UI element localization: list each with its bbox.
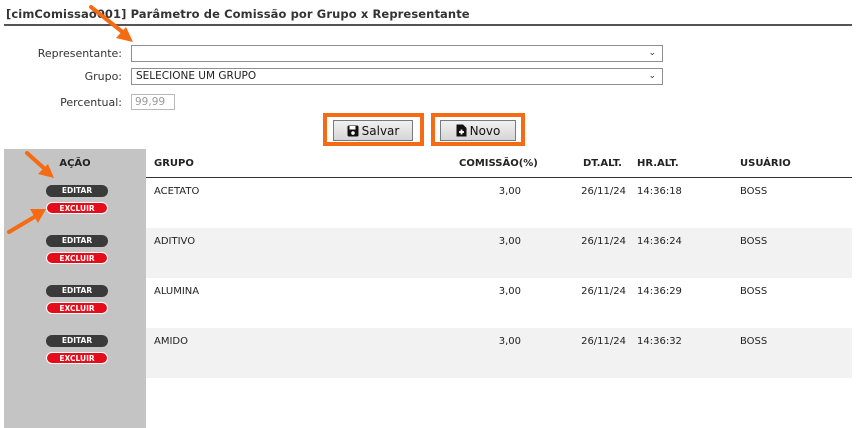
- new-file-icon: [456, 124, 467, 137]
- save-button-label: Salvar: [361, 123, 400, 138]
- cell-comissao: 3,00: [498, 286, 521, 297]
- cell-comissao: 3,00: [498, 236, 521, 247]
- floppy-disk-icon: [347, 125, 359, 136]
- table-row: EDITAR EXCLUIR ACETATO 3,00 26/11/24 14:…: [4, 178, 852, 228]
- cell-hralt: 14:36:29: [637, 286, 682, 297]
- annotation-arrow-icon: [7, 209, 46, 234]
- edit-button[interactable]: EDITAR: [46, 185, 108, 197]
- table-row: EDITAR EXCLUIR ADITIVO 3,00 26/11/24 14:…: [4, 228, 852, 278]
- representante-select[interactable]: ⌄: [131, 45, 663, 62]
- header-dtalt[interactable]: DT.ALT.: [583, 149, 622, 179]
- representante-label: Representante:: [37, 47, 122, 60]
- table-row: EDITAR EXCLUIR AMIDO 3,00 26/11/24 14:36…: [4, 328, 852, 378]
- page-title: [cimComissao001] Parâmetro de Comissão p…: [6, 7, 470, 21]
- save-button[interactable]: Salvar: [333, 120, 413, 141]
- header-hralt[interactable]: HR.ALT.: [637, 149, 679, 179]
- grupo-select[interactable]: SELECIONE UM GRUPO ⌄: [131, 68, 663, 85]
- edit-button[interactable]: EDITAR: [46, 335, 108, 347]
- new-button-label: Novo: [469, 123, 501, 138]
- chevron-down-icon: ⌄: [648, 48, 656, 58]
- edit-button[interactable]: EDITAR: [46, 235, 108, 247]
- percentual-label: Percentual:: [60, 96, 122, 109]
- cell-grupo: ALUMINA: [154, 286, 200, 297]
- edit-button[interactable]: EDITAR: [46, 285, 108, 297]
- delete-button[interactable]: EXCLUIR: [46, 302, 108, 314]
- grid-header: AÇÃO GRUPO COMISSÃO(%) DT.ALT. HR.ALT. U…: [4, 149, 852, 179]
- cell-dtalt: 26/11/24: [581, 186, 626, 197]
- delete-button[interactable]: EXCLUIR: [46, 352, 108, 364]
- header-comissao[interactable]: COMISSÃO(%): [459, 149, 538, 179]
- new-button[interactable]: Novo: [440, 120, 516, 141]
- cell-dtalt: 26/11/24: [581, 336, 626, 347]
- table-row: EDITAR EXCLUIR ALUMINA 3,00 26/11/24 14:…: [4, 278, 852, 328]
- header-usuario[interactable]: USUÁRIO: [740, 149, 791, 179]
- percentual-placeholder: 99,99: [135, 96, 166, 108]
- chevron-down-icon: ⌄: [648, 71, 656, 81]
- grupo-label: Grupo:: [84, 70, 122, 83]
- cell-grupo: ACETATO: [154, 186, 200, 197]
- cell-comissao: 3,00: [498, 186, 521, 197]
- action-cell: [4, 378, 146, 428]
- delete-button[interactable]: EXCLUIR: [46, 202, 108, 214]
- cell-usuario: BOSS: [740, 286, 768, 297]
- cell-usuario: BOSS: [740, 236, 768, 247]
- cell-grupo: AMIDO: [154, 336, 188, 347]
- header-grupo[interactable]: GRUPO: [154, 149, 194, 179]
- cell-hralt: 14:36:18: [637, 186, 682, 197]
- percentual-input[interactable]: 99,99: [131, 94, 175, 110]
- cell-hralt: 14:36:24: [637, 236, 682, 247]
- cell-comissao: 3,00: [498, 336, 521, 347]
- cell-usuario: BOSS: [740, 336, 768, 347]
- action-cell: EDITAR EXCLUIR: [4, 228, 146, 278]
- action-cell: EDITAR EXCLUIR: [4, 328, 146, 378]
- cell-dtalt: 26/11/24: [581, 236, 626, 247]
- cell-hralt: 14:36:32: [637, 336, 682, 347]
- action-cell: EDITAR EXCLUIR: [4, 278, 146, 328]
- annotation-arrow-icon: [89, 5, 133, 42]
- cell-usuario: BOSS: [740, 186, 768, 197]
- grupo-value: SELECIONE UM GRUPO: [136, 70, 257, 82]
- cell-grupo: ADITIVO: [154, 236, 196, 247]
- cell-dtalt: 26/11/24: [581, 286, 626, 297]
- table-row: [4, 378, 852, 428]
- annotation-arrow-icon: [25, 151, 54, 178]
- delete-button[interactable]: EXCLUIR: [46, 252, 108, 264]
